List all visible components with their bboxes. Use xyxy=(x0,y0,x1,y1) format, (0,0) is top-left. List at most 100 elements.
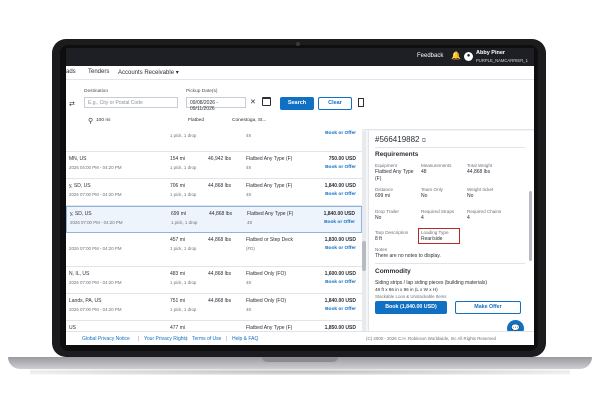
equipment-type: Flatbed Any Type (F) xyxy=(246,183,293,189)
commodity-description: Siding strips / lap siding pieces (build… xyxy=(375,280,487,286)
equipment-length: 48 xyxy=(247,220,252,225)
nav-item-loads[interactable]: ads xyxy=(66,69,76,75)
pick-drop: 1 pick, 1 drop xyxy=(170,165,197,170)
equipment-length: 48 xyxy=(246,133,251,138)
equipment-label: Equipment xyxy=(375,163,397,168)
book-or-offer-link[interactable]: Book or Offer xyxy=(325,280,356,285)
book-or-offer-link[interactable]: Book or Offer xyxy=(325,246,356,251)
weight: 44,868 lbs xyxy=(208,237,232,243)
drop-trailer-value: No xyxy=(375,215,382,221)
book-or-offer-link[interactable]: Book or Offer xyxy=(325,165,356,170)
team-only-value: No xyxy=(421,193,428,199)
bell-icon[interactable]: 🔔 xyxy=(451,51,461,60)
pickup-dates-input[interactable]: 09/08/2026 - 09/11/2026 xyxy=(186,97,246,112)
calendar-icon[interactable] xyxy=(262,97,271,106)
search-panel: ⇄ Destination E.g., City or Postal Code … xyxy=(66,80,534,130)
required-chains-label: Required Chains xyxy=(467,209,502,214)
pick-drop: 1 pick, 1 drop xyxy=(170,307,197,312)
distance: 154 mi xyxy=(170,156,186,162)
book-button[interactable]: Book (1,840.00 USD) xyxy=(375,301,447,314)
clear-button[interactable]: Clear xyxy=(318,97,352,110)
pick-drop: 1 pick, 1 drop xyxy=(170,192,197,197)
table-row[interactable]: 1 pick, 1 drop 48 Book or Offer xyxy=(66,125,362,152)
tarp-description-value: 8 ft xyxy=(375,236,382,242)
required-straps-value: 4 xyxy=(421,215,424,221)
copy-icon[interactable]: ⧉ xyxy=(422,138,426,144)
table-row-selected[interactable]: y, SD, US 2026 07:00 PM - 04:20 PM 699 m… xyxy=(66,206,362,233)
search-button[interactable]: Search xyxy=(280,97,314,110)
equipment-length: 48 xyxy=(246,192,251,197)
table-row[interactable]: Lands, PA, US 2026 07:00 PM - 04:20 PM 7… xyxy=(66,294,362,321)
user-icon[interactable]: ● xyxy=(464,52,473,61)
make-offer-button[interactable]: Make Offer xyxy=(455,301,521,314)
team-only-label: Team Only xyxy=(421,187,443,192)
pick-drop: 1 pick, 1 drop xyxy=(170,280,197,285)
pickup-datetime: 2026 04:00 PM - 04:20 PM xyxy=(69,165,122,170)
book-or-offer-link[interactable]: Book or Offer xyxy=(324,220,355,225)
commodity-dimensions: 48 ft x 96 in x 96 in (L x W x H) xyxy=(375,287,438,292)
origin-location: y, SD, US xyxy=(70,211,92,217)
requirements-heading: Requirements xyxy=(375,151,419,158)
tarp-description-label: Tarp Description xyxy=(375,230,409,235)
table-row[interactable]: y, SD, US 2026 07:00 PM - 04:20 PM 706 m… xyxy=(66,179,362,206)
equipment-type: Flatbed Only (FO) xyxy=(246,298,287,304)
equipment-value-code: (F) xyxy=(375,176,382,182)
distance: 751 mi xyxy=(170,298,186,304)
footer-link-privacy-rights[interactable]: Your Privacy Rights xyxy=(144,336,187,342)
list-scrollbar-thumb[interactable] xyxy=(362,241,366,271)
book-or-offer-link[interactable]: Book or Offer xyxy=(325,131,356,136)
table-row[interactable]: 2026 07:00 PM - 04:20 PM 457 mi 1 pick, … xyxy=(66,233,362,267)
commodity-heading: Commodity xyxy=(375,268,411,275)
user-name[interactable]: Abby Piner xyxy=(476,50,505,56)
notes-value: There are no notes to display. xyxy=(375,253,441,259)
clear-date-icon[interactable]: ✕ xyxy=(250,98,256,106)
origin-location: N, IL, US xyxy=(69,271,90,277)
equipment-value: Flatbed Any Type xyxy=(375,169,414,175)
nav-item-accounts-receivable-label: Accounts Receivable xyxy=(118,70,175,76)
weight-ticket-value: No xyxy=(467,193,474,199)
weight-ticket-label: Weight ticket xyxy=(467,187,494,192)
footer-link-terms[interactable]: Terms of Use xyxy=(192,336,221,342)
laptop-shadow xyxy=(30,369,570,375)
table-row[interactable]: N, IL, US 2026 07:00 PM - 04:20 PM 483 m… xyxy=(66,267,362,294)
pickup-datetime: 2026 07:00 PM - 04:20 PM xyxy=(69,246,122,251)
distance: 483 mi xyxy=(170,271,186,277)
load-id-text: #566419882 xyxy=(375,135,420,144)
nav-item-accounts-receivable[interactable]: Accounts Receivable ▾ xyxy=(118,69,179,76)
list-scrollbar[interactable] xyxy=(362,131,366,331)
equipment-length: 48 xyxy=(246,280,251,285)
main-nav: ads Tenders Accounts Receivable ▾ xyxy=(66,66,534,80)
equipment-type: Flatbed Any Type (F) xyxy=(247,211,294,217)
detail-scrollbar[interactable] xyxy=(529,191,532,261)
book-or-offer-link[interactable]: Book or Offer xyxy=(325,192,356,197)
price: 750.00 USD xyxy=(328,156,356,162)
footer-separator: | xyxy=(186,336,188,342)
user-carrier: PURPLE_NAMCARRIER_1 xyxy=(476,58,528,63)
pick-drop: 1 pick, 1 drop xyxy=(171,220,198,225)
nav-item-tenders[interactable]: Tenders xyxy=(88,69,109,75)
total-weight-label: Total Weight xyxy=(467,163,493,168)
top-bar: Feedback 🔔 ● Abby Piner PURPLE_NAMCARRIE… xyxy=(66,48,534,66)
book-or-offer-link[interactable]: Book or Offer xyxy=(325,307,356,312)
radius-select[interactable]: 100 mi xyxy=(96,118,110,123)
footer-link-help[interactable]: Help & FAQ xyxy=(232,336,258,342)
destination-input[interactable]: E.g., City or Postal Code xyxy=(84,97,178,108)
swap-arrows-icon[interactable]: ⇄ xyxy=(69,100,75,108)
pickup-datetime: 2026 07:00 PM - 04:20 PM xyxy=(69,307,122,312)
load-id: #566419882 ⧉ xyxy=(375,135,426,145)
measurements-label: Measurements xyxy=(421,163,452,168)
footer-link-privacy-notice[interactable]: Global Privacy Notice xyxy=(82,336,130,342)
feedback-link[interactable]: Feedback xyxy=(417,53,443,59)
loading-type-highlight xyxy=(418,228,460,244)
location-pin-icon: ⚲ xyxy=(88,118,94,125)
distance-label: Distance xyxy=(375,187,393,192)
bookmark-icon[interactable] xyxy=(358,98,364,107)
footer-separator: | xyxy=(138,336,140,342)
table-row[interactable]: MN, US 2026 04:00 PM - 04:20 PM 154 mi 1… xyxy=(66,152,362,179)
equipment-select[interactable]: Flatbed xyxy=(188,118,204,123)
commodity-select[interactable]: Conestoga, St... xyxy=(232,118,266,123)
load-list: 1 pick, 1 drop 48 Book or Offer MN, US 2… xyxy=(66,125,366,345)
weight: 44,868 lbs xyxy=(208,183,232,189)
divider xyxy=(375,147,525,148)
equipment-length: (FD) xyxy=(246,246,255,251)
